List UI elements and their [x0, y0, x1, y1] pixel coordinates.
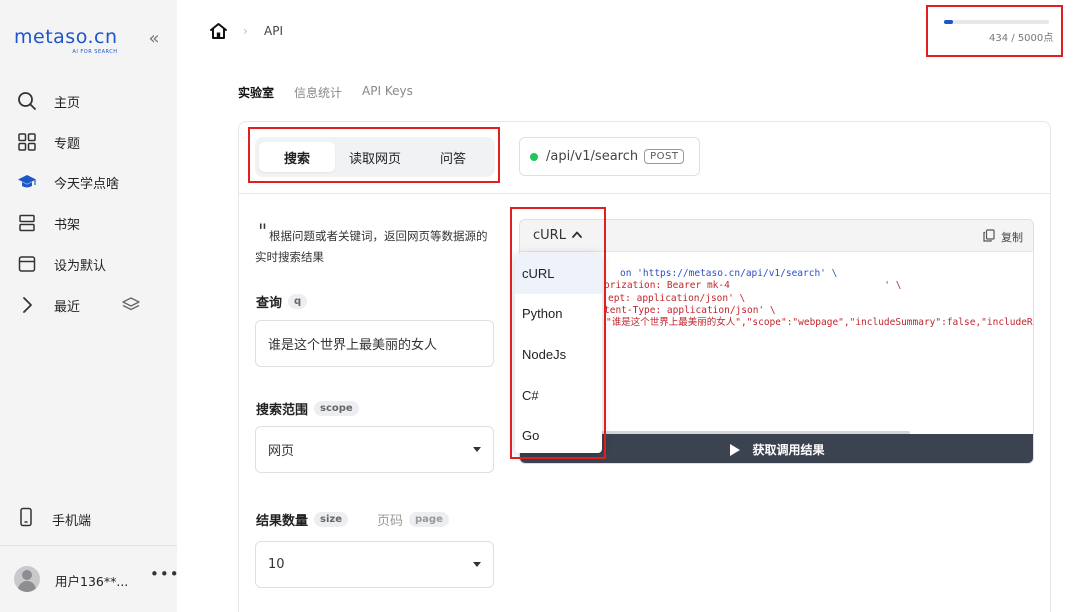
query-param-tag: q [288, 294, 308, 309]
top-tabs: 实验室 信息统计 API Keys [238, 84, 433, 101]
logo-subtitle: AI FOR SEARCH [72, 49, 118, 55]
code-line-text: ept: application/json' \ [608, 292, 746, 304]
quota-meter: 434 / 5000点 [944, 20, 1053, 44]
sidebar-item-home[interactable]: 主页 [16, 90, 80, 112]
scope-label: 搜索范围 scope [256, 399, 359, 418]
language-option-csharp[interactable]: C# [515, 375, 602, 416]
sidebar-item-label: 设为默认 [54, 258, 107, 274]
tab-api-keys[interactable]: API Keys [362, 84, 413, 101]
user-name: 用户136**... [55, 574, 129, 589]
sidebar: metaso.cn AI FOR SEARCH « 主页 专题 今天学点啥 书架… [0, 0, 180, 612]
code-line-text: orization: Bearer mk-4 ' \ [604, 280, 902, 292]
collapse-sidebar-icon[interactable]: « [145, 30, 163, 48]
quota-track [944, 20, 1049, 24]
page-param-tag: page [409, 512, 449, 527]
sidebar-item-label: 书架 [54, 217, 81, 233]
code-line-text: tent-Type: application/json' \ [604, 304, 776, 316]
language-option-nodejs[interactable]: NodeJs [515, 334, 602, 375]
copy-icon [983, 229, 995, 245]
copy-button[interactable]: 复制 [983, 229, 1023, 245]
caret-down-icon [473, 562, 481, 567]
phone-icon [16, 507, 36, 531]
sidebar-item-label: 今天学点啥 [54, 176, 120, 192]
sidebar-item-mobile[interactable]: 手机端 [16, 507, 91, 531]
code-line-text: "谁是这个世界上最美丽的女人","scope":"webpage","inclu… [606, 317, 1033, 329]
query-label: 查询 q [256, 292, 308, 311]
status-dot [530, 152, 538, 161]
sidebar-item-label: 主页 [54, 95, 81, 111]
divider [238, 193, 1051, 194]
bookshelf-icon [16, 212, 38, 234]
query-value: 谁是这个世界上最美丽的女人 [268, 338, 438, 353]
grid-icon [16, 131, 38, 153]
breadcrumb-separator: › [243, 24, 248, 38]
sidebar-item-recent[interactable]: 最近 [16, 294, 80, 316]
sidebar-item-learn[interactable]: 今天学点啥 [16, 171, 119, 193]
sidebar-item-label: 手机端 [52, 513, 92, 529]
code-panel-header: cURL 复制 [520, 220, 1033, 252]
layers-icon[interactable] [122, 296, 140, 316]
chevron-up-icon [572, 230, 582, 241]
language-option-curl[interactable]: cURL [515, 253, 602, 294]
play-icon [730, 443, 741, 456]
avatar [14, 566, 40, 592]
query-input[interactable]: 谁是这个世界上最美丽的女人 [255, 320, 494, 367]
endpoint-path: /api/v1/search [546, 149, 639, 164]
segment-search[interactable]: 搜索 [259, 142, 335, 172]
sidebar-item-topics[interactable]: 专题 [16, 131, 80, 153]
tab-stats[interactable]: 信息统计 [294, 84, 342, 101]
run-label: 获取调用结果 [752, 443, 825, 457]
size-select[interactable]: 10 [255, 541, 494, 588]
quota-fill [944, 20, 954, 24]
sidebar-item-label: 专题 [54, 136, 81, 152]
sidebar-item-set-default[interactable]: 设为默认 [16, 253, 106, 275]
query-label-text: 查询 [256, 296, 283, 311]
breadcrumb-current: API [264, 24, 283, 38]
scope-param-tag: scope [314, 401, 359, 416]
language-value: cURL [533, 228, 566, 243]
code-line: "谁是这个世界上最美丽的女人","scope":"webpage","inclu… [528, 317, 1033, 329]
page-label: 页码 page [377, 510, 449, 529]
segment-read-webpage[interactable]: 读取网页 [337, 142, 413, 172]
language-select[interactable]: cURL [533, 228, 582, 243]
chevron-right-icon [16, 294, 38, 316]
search-icon [16, 90, 38, 112]
size-label-text: 结果数量 [256, 514, 309, 529]
endpoint-display: /api/v1/search POST [519, 137, 700, 176]
logo[interactable]: metaso.cn AI FOR SEARCH [14, 26, 118, 55]
language-dropdown: cURL Python NodeJs C# Go [515, 253, 602, 453]
api-description: 根据问题或者关键词，返回网页等数据源的实时搜索结果 [255, 229, 488, 264]
method-badge: POST [644, 149, 685, 164]
api-type-segmented-control: 搜索 读取网页 问答 [255, 137, 495, 177]
quota-text: 434 / 5000点 [989, 33, 1054, 44]
size-param-tag: size [314, 512, 348, 527]
size-value: 10 [268, 557, 285, 572]
browser-window-icon [16, 253, 38, 275]
user-row[interactable]: 用户136**... ••• [0, 545, 180, 612]
scope-select[interactable]: 网页 [255, 426, 494, 473]
code-line: tent-Type: application/json' \ [528, 304, 1033, 317]
scope-label-text: 搜索范围 [256, 403, 309, 418]
code-line: orization: Bearer mk-4 ' \ [528, 280, 1033, 292]
code-line-text: on 'https://metaso.cn/api/v1/search' \ [620, 268, 838, 279]
page-label-text: 页码 [377, 514, 404, 529]
code-line: on 'https://metaso.cn/api/v1/search' \ [528, 268, 1033, 280]
graduation-cap-icon [16, 171, 38, 193]
scope-value: 网页 [268, 444, 295, 459]
more-icon[interactable]: ••• [150, 565, 180, 583]
sidebar-item-label: 最近 [54, 299, 81, 315]
caret-down-icon [473, 447, 481, 452]
language-option-go[interactable]: Go [515, 415, 602, 453]
copy-label: 复制 [1001, 231, 1023, 244]
tab-lab[interactable]: 实验室 [238, 84, 274, 101]
logo-text: metaso.cn [14, 26, 118, 48]
segment-qa[interactable]: 问答 [415, 142, 491, 172]
sidebar-item-bookshelf[interactable]: 书架 [16, 212, 80, 234]
code-line: ept: application/json' \ [528, 292, 1033, 305]
home-icon[interactable] [209, 22, 228, 44]
language-option-python[interactable]: Python [515, 294, 602, 335]
size-label: 结果数量 size [256, 510, 348, 529]
